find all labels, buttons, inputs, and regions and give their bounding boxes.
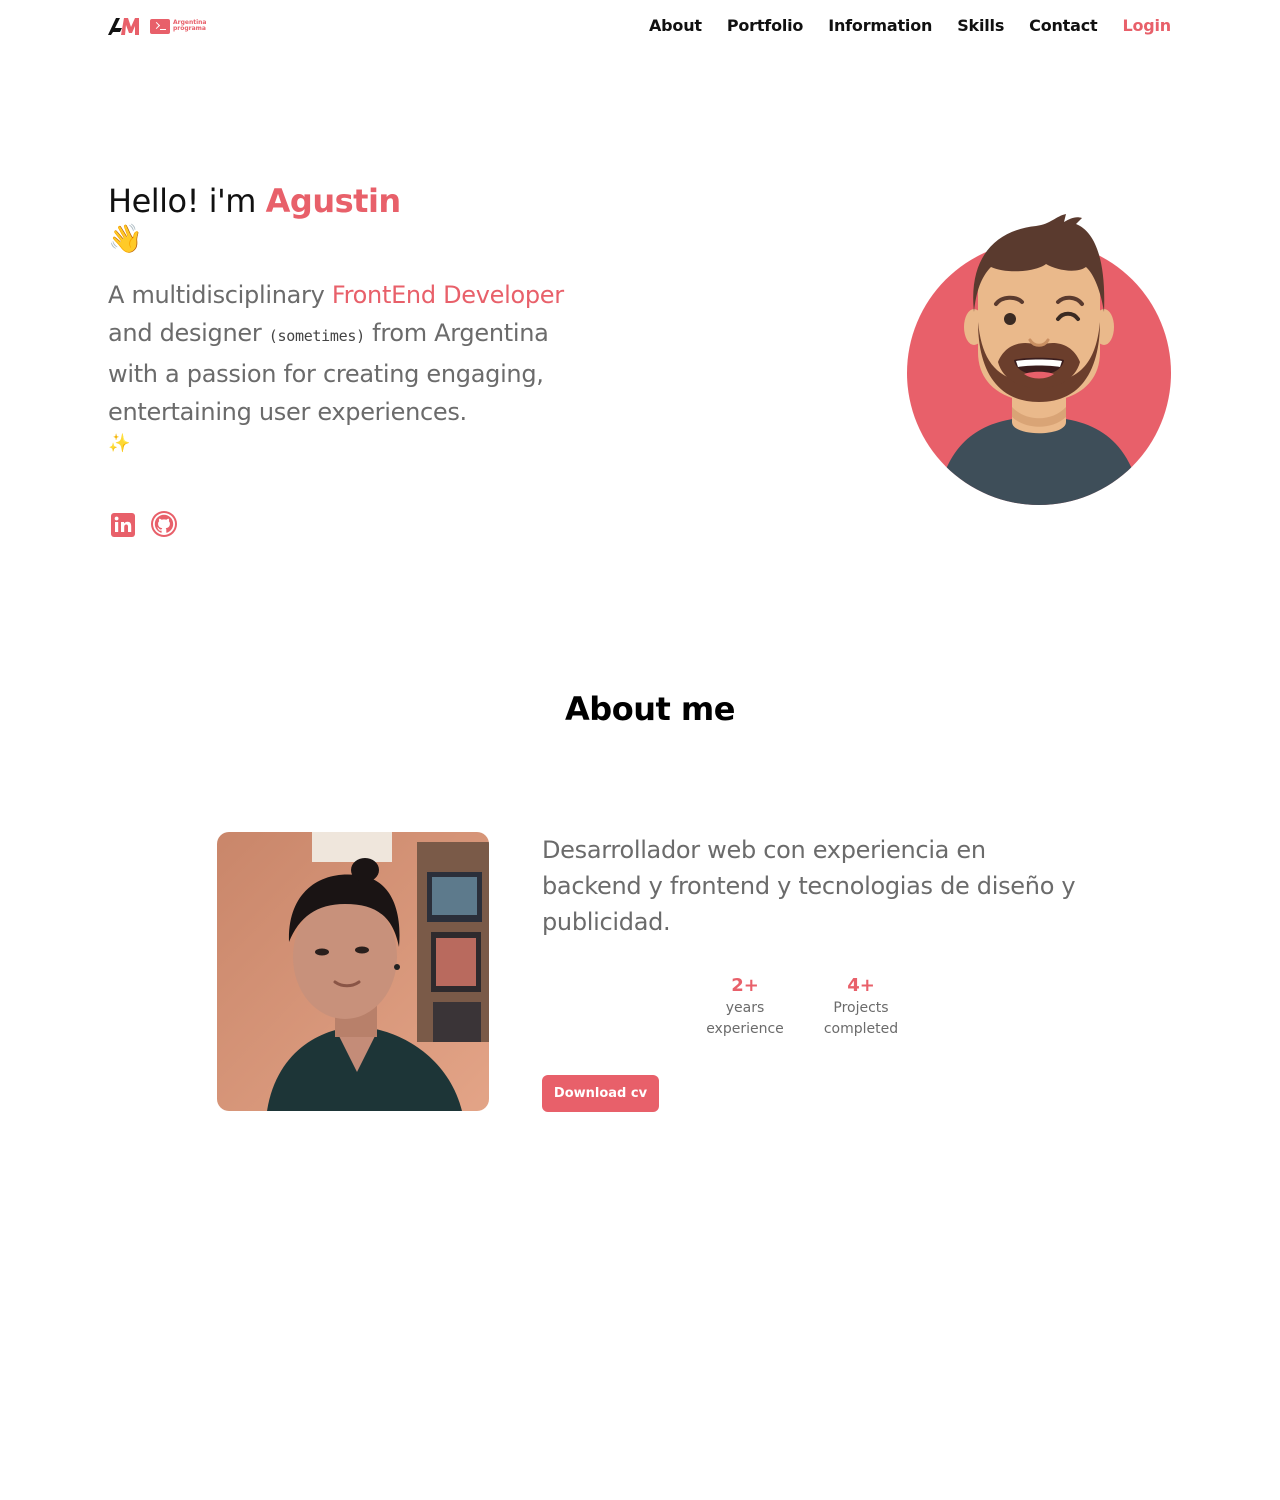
stat-label-line2: experience [706, 1021, 784, 1037]
am-logo-icon [108, 18, 139, 35]
terminal-icon [150, 18, 170, 34]
nav-link-contact[interactable]: Contact [1029, 16, 1098, 35]
stat-label-line1: Projects [833, 1000, 889, 1016]
stat-label-line1: years [725, 1000, 765, 1016]
avatar-illustration [907, 214, 1171, 505]
hero-description: A multidisciplinary FrontEnd Developer a… [108, 276, 568, 457]
stat-projects-completed: 4+ Projects completed [822, 974, 900, 1040]
hero-desc-small: (sometimes) [268, 327, 365, 345]
hero-title: Hello! i'm Agustin 👋 [108, 180, 578, 256]
github-icon[interactable] [150, 510, 178, 538]
navbar: Argentina programa About Portfolio Infor… [0, 0, 1280, 54]
download-cv-button[interactable]: Download cv [542, 1075, 659, 1112]
hero-desc-part2: and designer [108, 319, 262, 347]
stat-value: 4+ [847, 975, 875, 996]
hero-name: Agustin [265, 182, 402, 220]
stat-years-experience: 2+ years experience [706, 974, 784, 1040]
social-links [108, 510, 178, 538]
about-title: About me [565, 690, 735, 728]
wave-emoji: 👋 [108, 222, 143, 255]
hero-greeting: Hello! i'm [108, 182, 256, 220]
sparkle-emoji: ✨ [108, 433, 131, 454]
hero-desc-accent: FrontEnd Developer [331, 281, 564, 309]
nav-links: About Portfolio Information Skills Conta… [649, 16, 1171, 35]
badge-text-line2: programa [173, 25, 206, 32]
argentina-programa-badge: Argentina programa [150, 18, 206, 34]
hero-section: Hello! i'm Agustin 👋 A multidisciplinary… [108, 180, 578, 457]
login-link[interactable]: Login [1122, 16, 1171, 35]
hero-desc-part1: A multidisciplinary [108, 281, 325, 309]
linkedin-icon[interactable] [108, 510, 136, 538]
nav-link-skills[interactable]: Skills [957, 16, 1004, 35]
brand-logo[interactable]: Argentina programa [108, 16, 206, 36]
stat-label-line2: completed [823, 1021, 899, 1037]
nav-link-portfolio[interactable]: Portfolio [727, 16, 804, 35]
profile-photo [217, 832, 489, 1111]
nav-link-about[interactable]: About [649, 16, 702, 35]
profile-photo-image [217, 832, 489, 1111]
stats: 2+ years experience 4+ Projects complete… [706, 974, 900, 1040]
stat-value: 2+ [731, 975, 759, 996]
about-description: Desarrollador web con experiencia en bac… [542, 836, 1076, 936]
nav-link-information[interactable]: Information [828, 16, 932, 35]
